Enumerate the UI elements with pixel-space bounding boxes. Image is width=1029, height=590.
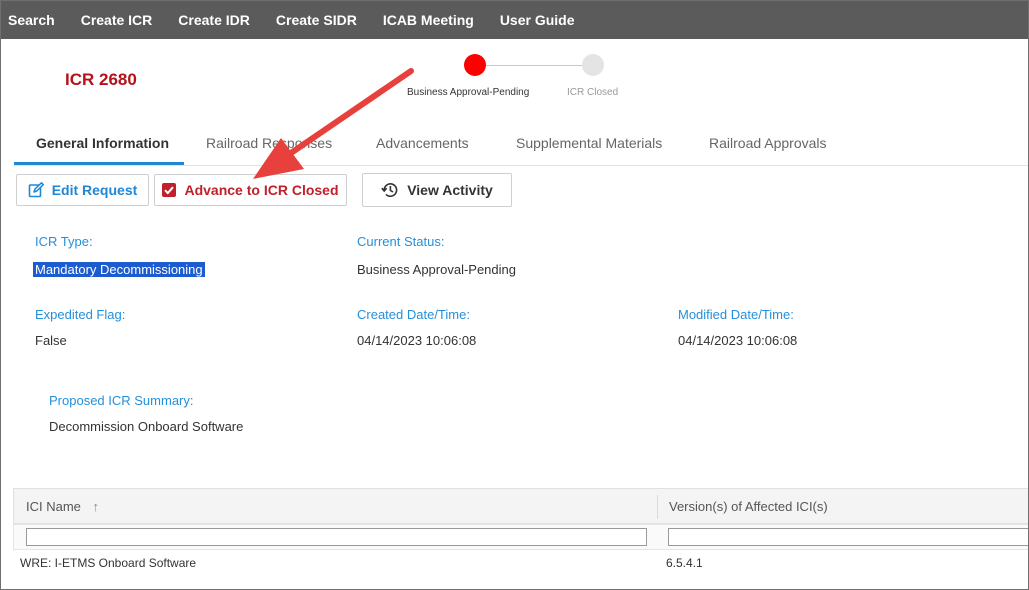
column-header-ici-name[interactable]: ICI Name ↑ — [26, 499, 99, 514]
step-label-icr-closed: ICR Closed — [567, 87, 619, 98]
modified-datetime-value: 04/14/2023 10:06:08 — [678, 333, 798, 348]
ici-grid: ICI Name ↑ Version(s) of Affected ICI(s)… — [13, 488, 1028, 589]
versions-filter-input[interactable] — [668, 528, 1028, 546]
nav-create-icr[interactable]: Create ICR — [81, 12, 153, 28]
top-nav-bar: Search Create ICR Create IDR Create SIDR… — [1, 1, 1028, 39]
tab-railroad-approvals[interactable]: Railroad Approvals — [709, 135, 827, 151]
advance-label: Advance to ICR Closed — [184, 182, 339, 198]
nav-create-sidr[interactable]: Create SIDR — [276, 12, 357, 28]
ici-name-header-label: ICI Name — [26, 499, 81, 514]
tab-advancements[interactable]: Advancements — [376, 135, 469, 151]
tab-railroad-responses[interactable]: Railroad Responses — [206, 135, 332, 151]
expedited-flag-label: Expedited Flag: — [35, 307, 126, 322]
advance-to-icr-closed-button[interactable]: Advance to ICR Closed — [154, 174, 347, 206]
proposed-summary-label: Proposed ICR Summary: — [49, 393, 194, 408]
nav-icab-meeting[interactable]: ICAB Meeting — [383, 12, 474, 28]
current-status-value: Business Approval-Pending — [357, 262, 516, 277]
tab-general-information[interactable]: General Information — [36, 135, 169, 151]
checkbox-checked-icon — [162, 183, 177, 197]
edit-icon — [28, 182, 44, 198]
created-datetime-label: Created Date/Time: — [357, 307, 470, 322]
sort-ascending-icon[interactable]: ↑ — [93, 499, 100, 514]
view-activity-label: View Activity — [407, 182, 493, 198]
expedited-flag-value: False — [35, 333, 67, 348]
step-connector — [486, 65, 582, 66]
grid-header-row: ICI Name ↑ Version(s) of Affected ICI(s) — [13, 488, 1028, 524]
edit-request-button[interactable]: Edit Request — [16, 174, 149, 206]
modified-datetime-label: Modified Date/Time: — [678, 307, 794, 322]
row-version-cell: 6.5.4.1 — [666, 556, 703, 570]
edit-request-label: Edit Request — [51, 182, 138, 198]
step-dot-active-icon — [464, 54, 486, 76]
history-icon — [381, 181, 399, 199]
view-activity-button[interactable]: View Activity — [362, 173, 512, 207]
icr-type-value: Mandatory Decommissioning — [33, 262, 205, 277]
icr-type-label: ICR Type: — [35, 234, 93, 249]
step-dot-inactive-icon — [582, 54, 604, 76]
nav-create-idr[interactable]: Create IDR — [178, 12, 250, 28]
row-ici-name-cell: WRE: I-ETMS Onboard Software — [20, 556, 197, 570]
status-stepper: Business Approval-Pending ICR Closed — [1, 51, 1028, 111]
tab-bar: General Information Railroad Responses A… — [14, 129, 1028, 166]
tab-active-indicator — [14, 162, 184, 165]
column-divider — [657, 495, 658, 519]
column-header-versions[interactable]: Version(s) of Affected ICI(s) — [669, 499, 828, 514]
tab-supplemental-materials[interactable]: Supplemental Materials — [516, 135, 662, 151]
app-window: Search Create ICR Create IDR Create SIDR… — [0, 0, 1029, 590]
proposed-summary-value: Decommission Onboard Software — [49, 419, 244, 434]
grid-filter-row — [13, 524, 1028, 550]
current-status-label: Current Status: — [357, 234, 445, 249]
step-label-business-approval: Business Approval-Pending — [407, 87, 530, 98]
nav-search[interactable]: Search — [8, 12, 55, 28]
ici-name-filter-input[interactable] — [26, 528, 647, 546]
created-datetime-value: 04/14/2023 10:06:08 — [357, 333, 477, 348]
nav-user-guide[interactable]: User Guide — [500, 12, 575, 28]
